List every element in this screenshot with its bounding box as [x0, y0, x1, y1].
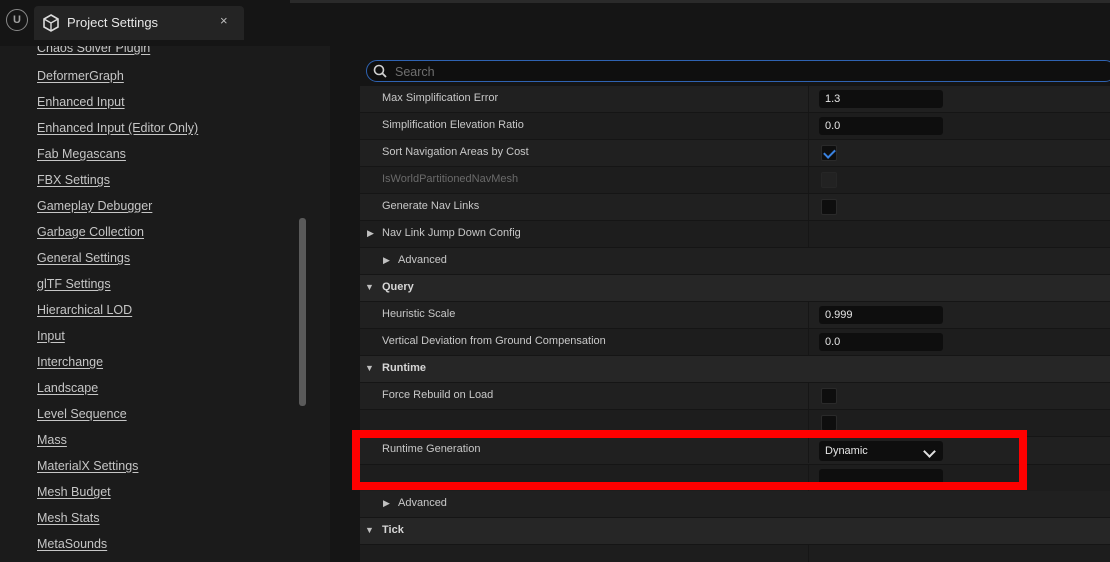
property-label: IsWorldPartitionedNavMesh: [382, 173, 519, 185]
chevron-down-icon: [923, 445, 936, 458]
collapse-arrow-icon[interactable]: ▼: [365, 525, 374, 535]
category-label: Runtime: [382, 362, 426, 374]
sidebar-item-enhanced-input[interactable]: Enhanced Input: [37, 95, 125, 109]
sidebar-item-metasounds[interactable]: MetaSounds: [37, 537, 107, 551]
sidebar-scrollbar[interactable]: [299, 218, 306, 406]
column-divider: [808, 113, 809, 139]
sidebar-item-mass[interactable]: Mass: [37, 433, 67, 447]
property-label: Runtime Generation: [382, 443, 481, 455]
column-divider: [808, 545, 809, 562]
category-runtime[interactable]: ▼ Runtime: [360, 356, 1110, 382]
column-divider: [808, 140, 809, 166]
unreal-logo-icon[interactable]: U: [6, 9, 28, 31]
expand-arrow-icon[interactable]: ▶: [367, 228, 374, 239]
occluded-field[interactable]: [819, 469, 943, 487]
sidebar-item-fab-megascans[interactable]: Fab Megascans: [37, 147, 126, 161]
property-row: Sort Navigation Areas by Cost: [360, 140, 1110, 166]
column-divider: [808, 437, 809, 463]
property-label: Nav Link Jump Down Config: [382, 227, 521, 239]
category-label: Query: [382, 281, 414, 293]
sidebar-item-materialx-settings[interactable]: MaterialX Settings: [37, 459, 138, 473]
sidebar-item-level-sequence[interactable]: Level Sequence: [37, 407, 127, 421]
advanced-label: Advanced: [398, 497, 447, 509]
advanced-row[interactable]: ▶ Advanced: [360, 491, 1110, 517]
tab-title: Project Settings: [67, 15, 159, 30]
property-label: Simplification Elevation Ratio: [382, 119, 524, 131]
property-label: Force Rebuild on Load: [382, 389, 494, 401]
sidebar-item-input[interactable]: Input: [37, 329, 65, 343]
category-query[interactable]: ▼ Query: [360, 275, 1110, 301]
property-row-expandable[interactable]: ▶ Nav Link Jump Down Config: [360, 221, 1110, 247]
top-divider: [290, 0, 1110, 3]
advanced-label: Advanced: [398, 254, 447, 266]
property-row-partial: [360, 545, 1110, 562]
collapse-arrow-icon[interactable]: ▼: [365, 363, 374, 373]
tab-project-settings[interactable]: Project Settings ×: [34, 6, 244, 40]
settings-sidebar: Chaos Solver Plugin DeformerGraph Enhanc…: [0, 46, 330, 562]
column-divider: [808, 383, 809, 409]
property-row: Heuristic Scale 0.999: [360, 302, 1110, 328]
max-simplification-error-field[interactable]: 1.3: [819, 90, 943, 108]
sidebar-item-mesh-budget[interactable]: Mesh Budget: [37, 485, 111, 499]
property-label: Heuristic Scale: [382, 308, 456, 320]
property-label: Generate Nav Links: [382, 200, 480, 212]
column-divider: [808, 194, 809, 220]
generate-nav-links-checkbox[interactable]: [821, 199, 837, 215]
expand-arrow-icon[interactable]: ▶: [383, 498, 390, 509]
property-label: Sort Navigation Areas by Cost: [382, 146, 529, 158]
property-label: Max Simplification Error: [382, 92, 499, 104]
sidebar-item-mesh-stats[interactable]: Mesh Stats: [37, 511, 100, 525]
close-icon[interactable]: ×: [220, 13, 228, 28]
occluded-checkbox[interactable]: [821, 415, 837, 431]
sidebar-item-landscape[interactable]: Landscape: [37, 381, 98, 395]
property-row: Runtime Generation Dynamic: [360, 437, 1110, 464]
column-divider: [808, 221, 809, 247]
property-row: Max Simplification Error 1.3: [360, 86, 1110, 112]
advanced-row[interactable]: ▶ Advanced: [360, 248, 1110, 274]
column-divider: [808, 167, 809, 193]
property-row-occluded: [360, 465, 1110, 491]
sort-navigation-areas-checkbox[interactable]: [821, 145, 837, 161]
category-tick[interactable]: ▼ Tick: [360, 518, 1110, 544]
is-world-partitioned-navmesh-checkbox: [821, 172, 837, 188]
collapse-arrow-icon[interactable]: ▼: [365, 282, 374, 292]
sidebar-item-deformergraph[interactable]: DeformerGraph: [37, 69, 124, 83]
expand-arrow-icon[interactable]: ▶: [383, 255, 390, 266]
sidebar-item-enhanced-input-editor[interactable]: Enhanced Input (Editor Only): [37, 121, 198, 135]
details-panel: Max Simplification Error 1.3 Simplificat…: [330, 46, 1110, 562]
column-divider: [808, 410, 809, 436]
search-icon: [373, 64, 387, 78]
heuristic-scale-field[interactable]: 0.999: [819, 306, 943, 324]
search-input[interactable]: [393, 63, 1097, 81]
property-list: Max Simplification Error 1.3 Simplificat…: [360, 86, 1110, 562]
sidebar-item-hierarchical-lod[interactable]: Hierarchical LOD: [37, 303, 132, 317]
force-rebuild-on-load-checkbox[interactable]: [821, 388, 837, 404]
property-label: Vertical Deviation from Ground Compensat…: [382, 335, 606, 347]
vertical-deviation-field[interactable]: 0.0: [819, 333, 943, 351]
property-row: Simplification Elevation Ratio 0.0: [360, 113, 1110, 139]
runtime-generation-dropdown[interactable]: Dynamic: [819, 441, 943, 461]
property-row: Generate Nav Links: [360, 194, 1110, 220]
dropdown-value: Dynamic: [825, 445, 868, 457]
simplification-elevation-ratio-field[interactable]: 0.0: [819, 117, 943, 135]
title-bar: U Project Settings ×: [0, 0, 1110, 46]
property-row-occluded: [360, 410, 1110, 436]
column-divider: [808, 302, 809, 328]
sidebar-item-gltf-settings[interactable]: glTF Settings: [37, 277, 111, 291]
column-divider: [808, 329, 809, 355]
property-row: Vertical Deviation from Ground Compensat…: [360, 329, 1110, 355]
sidebar-item-gameplay-debugger[interactable]: Gameplay Debugger: [37, 199, 152, 213]
category-label: Tick: [382, 524, 404, 536]
search-box[interactable]: [366, 60, 1110, 82]
property-row: Force Rebuild on Load: [360, 383, 1110, 409]
sidebar-item-interchange[interactable]: Interchange: [37, 355, 103, 369]
property-row: IsWorldPartitionedNavMesh: [360, 167, 1110, 193]
sidebar-item-fbx-settings[interactable]: FBX Settings: [37, 173, 110, 187]
settings-cube-icon: [43, 14, 59, 32]
sidebar-item-general-settings[interactable]: General Settings: [37, 251, 130, 265]
sidebar-item-partial[interactable]: Chaos Solver Plugin: [37, 46, 150, 55]
column-divider: [808, 86, 809, 112]
column-divider: [808, 465, 809, 491]
sidebar-item-garbage-collection[interactable]: Garbage Collection: [37, 225, 144, 239]
